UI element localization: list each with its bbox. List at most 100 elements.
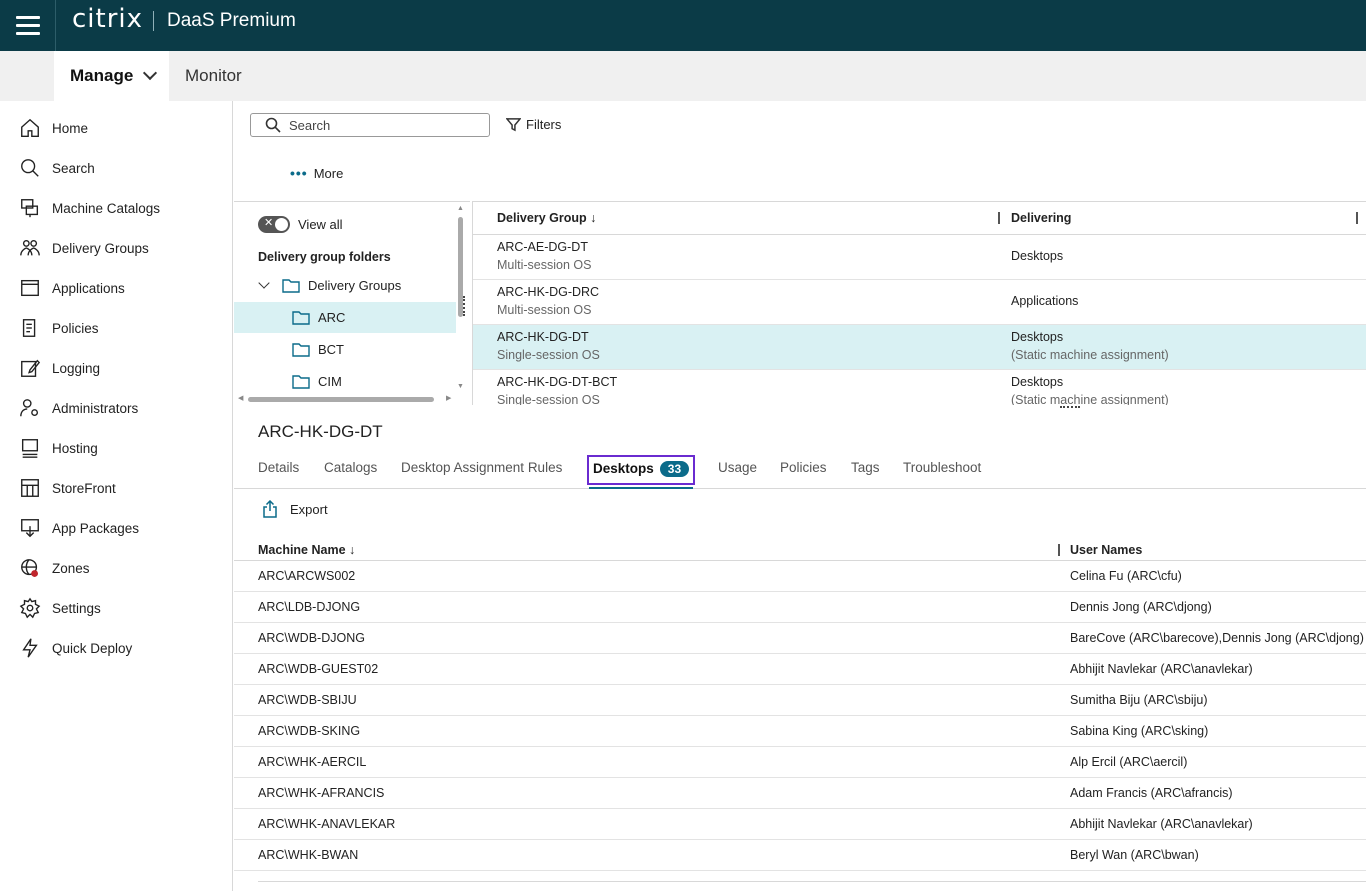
table-row[interactable]: ARC-HK-DG-DRC Multi-session OS Application… (473, 280, 1366, 325)
delivery-group-name: ARC-HK-DG-DT-BCT (497, 375, 618, 389)
tab-monitor[interactable]: Monitor (185, 66, 242, 86)
table-row[interactable]: ARC-HK-DG-DT-BCT Single-session OS Desktop… (473, 370, 1366, 405)
tab-usage[interactable]: Usage (718, 460, 757, 475)
user-names: Abhijit Navlekar (ARC\anavlekar) (1070, 817, 1253, 831)
machine-name: ARC\WDB-DJONG (258, 631, 365, 645)
sidebar-item-delivery-groups[interactable]: Delivery Groups (18, 234, 218, 262)
more-button[interactable]: ••• More (290, 165, 343, 181)
sidebar-item-label: StoreFront (52, 480, 116, 496)
sidebar-item-label: Delivery Groups (52, 240, 149, 256)
sidebar-item-policies[interactable]: Policies (18, 314, 218, 342)
filter-icon (506, 118, 521, 132)
home-icon (18, 116, 42, 140)
delivery-group-os: Multi-session OS (497, 303, 592, 317)
user-names: Abhijit Navlekar (ARC\anavlekar) (1070, 662, 1253, 676)
user-names: Sumitha Biju (ARC\sbiju) (1070, 693, 1208, 707)
delivery-group-name: ARC-HK-DG-DRC (497, 285, 600, 299)
table-row[interactable]: ARC\ARCWS002 Celina Fu (ARC\cfu) (234, 561, 1366, 592)
folder-icon (292, 375, 310, 389)
table-row[interactable]: ARC\LDB-DJONG Dennis Jong (ARC\djong) (234, 592, 1366, 623)
sidebar-item-search[interactable]: Search (18, 154, 218, 182)
table-row[interactable]: ARC\WHK-AERCIL Alp Ercil (ARC\aercil) (234, 747, 1366, 778)
brand-divider (153, 11, 154, 31)
machine-name: ARC\WDB-SBIJU (258, 693, 357, 707)
sidebar-item-settings[interactable]: Settings (18, 594, 218, 622)
tab-details[interactable]: Details (258, 460, 299, 475)
tab-catalogs[interactable]: Catalogs (324, 460, 377, 475)
folder-cim[interactable]: CIM (234, 366, 456, 397)
folder-label: ARC (318, 310, 346, 325)
table-row[interactable]: ARC-HK-DG-DT Single-session OS Desktops (St… (473, 325, 1366, 370)
sidebar-item-quick-deploy[interactable]: Quick Deploy (18, 634, 218, 662)
sidebar-item-administrators[interactable]: Administrators (18, 394, 218, 422)
top-bar: citrix DaaS Premium (0, 0, 1366, 51)
table-row[interactable]: ARC\WHK-AFRANCIS Adam Francis (ARC\afranc… (234, 778, 1366, 809)
user-names: Sabina King (ARC\sking) (1070, 724, 1209, 738)
column-machine-name[interactable]: Machine Name ↓ (258, 543, 355, 557)
hamburger-menu-icon[interactable] (0, 0, 56, 51)
folder-delivery-groups[interactable]: Delivery Groups (234, 270, 456, 301)
desktops-table-header: Machine Name ↓ User Names (234, 538, 1366, 561)
tab-desktops[interactable]: Desktops 33 (587, 455, 696, 489)
sidebar-item-hosting[interactable]: Hosting (18, 434, 218, 462)
storefront-icon (18, 476, 42, 500)
delivery-groups-icon (18, 236, 42, 260)
machine-name: ARC\WHK-AERCIL (258, 755, 367, 769)
vertical-resize-handle[interactable] (1060, 406, 1080, 409)
sidebar-item-label: Administrators (52, 400, 139, 416)
search-field[interactable] (250, 113, 490, 137)
folder-icon (292, 343, 310, 357)
column-delivering[interactable]: Delivering (1011, 211, 1071, 225)
sidebar-item-zones[interactable]: Zones (18, 554, 218, 582)
export-button[interactable]: Export (262, 500, 328, 518)
user-names: BareCove (ARC\barecove),Dennis Jong (ARC… (1070, 631, 1364, 645)
sidebar-item-applications[interactable]: Applications (18, 274, 218, 302)
column-user-names[interactable]: User Names (1070, 543, 1142, 557)
folder-bct[interactable]: BCT (234, 334, 456, 365)
table-row[interactable]: ARC\WDB-SKING Sabina King (ARC\sking) (234, 716, 1366, 747)
column-delivery-group[interactable]: Delivery Group ↓ (497, 211, 596, 225)
machine-name: ARC\WHK-AFRANCIS (258, 786, 385, 800)
tab-policies[interactable]: Policies (780, 460, 827, 475)
folder-icon (292, 311, 310, 325)
delivery-group-os: Multi-session OS (497, 258, 592, 272)
sidebar-item-label: Settings (52, 600, 101, 616)
sidebar-item-label: Policies (52, 320, 99, 336)
delivery-groups-table: Delivery Group ↓ Delivering ARC-AE-DG-DT… (472, 201, 1366, 405)
panel-resize-handle[interactable] (463, 296, 466, 316)
tab-tags[interactable]: Tags (851, 460, 880, 475)
sidebar-item-app-packages[interactable]: App Packages (18, 514, 218, 542)
sidebar-item-home[interactable]: Home (18, 114, 218, 142)
machine-name: ARC\ARCWS002 (258, 569, 356, 583)
hosting-icon (18, 436, 42, 460)
machine-name: ARC\WHK-BWAN (258, 848, 359, 862)
tab-troubleshoot[interactable]: Troubleshoot (903, 460, 981, 475)
machine-name: ARC\WHK-ANAVLEKAR (258, 817, 396, 831)
table-row[interactable]: ARC-AE-DG-DT Multi-session OS Desktops (473, 235, 1366, 280)
export-icon (263, 500, 277, 518)
delivering-type: Desktops (1011, 375, 1064, 389)
table-row[interactable]: ARC\WDB-GUEST02 Abhijit Navlekar (ARC\ana… (234, 654, 1366, 685)
table-row[interactable]: ARC\WHK-ANAVLEKAR Abhijit Navlekar (ARC\a… (234, 809, 1366, 840)
sidebar-item-machine-catalogs[interactable]: Machine Catalogs (18, 194, 218, 222)
chevron-down-icon (143, 65, 158, 81)
sidebar-item-label: App Packages (52, 520, 140, 536)
citrix-logo: citrix (72, 4, 144, 34)
search-input[interactable] (289, 117, 479, 133)
sidebar-item-storefront[interactable]: StoreFront (18, 474, 218, 502)
folder-arc[interactable]: ARC (234, 302, 456, 333)
view-all-toggle[interactable]: ✕ (258, 216, 290, 233)
table-row[interactable]: ARC\WDB-SBIJU Sumitha Biju (ARC\sbiju) (234, 685, 1366, 716)
assignment-type: (Static machine assignment) (1011, 393, 1169, 405)
table-row[interactable]: ARC\WDB-DJONG BareCove (ARC\barecove),Den… (234, 623, 1366, 654)
tab-manage[interactable]: Manage (54, 51, 169, 101)
delivery-group-name: ARC-AE-DG-DT (497, 240, 588, 254)
sidebar-item-logging[interactable]: Logging (18, 354, 218, 382)
machine-name: ARC\WDB-SKING (258, 724, 361, 738)
tab-desktop-assignment-rules[interactable]: Desktop Assignment Rules (401, 460, 562, 475)
folder-horizontal-scrollbar[interactable]: ◀ ▶ (238, 395, 454, 404)
delivery-group-os: Single-session OS (497, 393, 600, 405)
table-row[interactable]: ARC\WHK-BWAN Beryl Wan (ARC\bwan) (234, 840, 1366, 871)
filters-button[interactable]: Filters (506, 117, 561, 132)
quick-deploy-icon (18, 636, 42, 660)
